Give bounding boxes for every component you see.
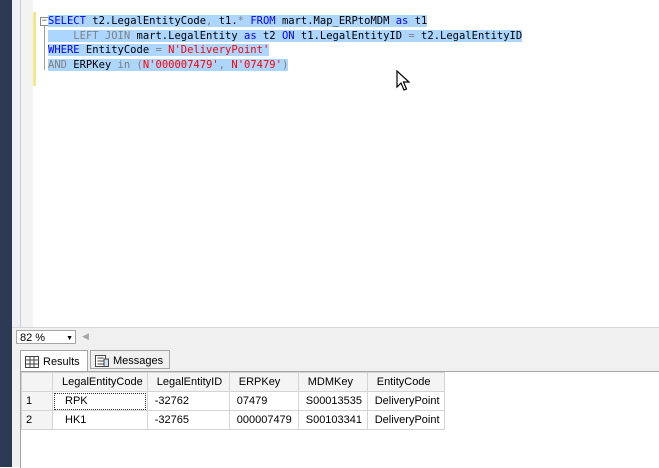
code-token: ERPKey (66, 58, 118, 71)
code-token: t2.LegalEntityID (414, 29, 523, 42)
outline-line (44, 26, 45, 70)
code-token: t1 (408, 15, 428, 27)
code-line[interactable]: AND ERPKey in (N'000007479', N'07479') (48, 58, 522, 73)
code-token: EntityCode (79, 44, 156, 56)
code-token: mart.LegalEntity (130, 29, 244, 42)
tab-messages[interactable]: Messages (90, 350, 170, 369)
table-row[interactable]: 1 RPK -32762 07479 S00013535 DeliveryPoi… (21, 391, 445, 411)
editor-status-bar: 82 % ▼ ◀ (12, 327, 659, 347)
table-cell[interactable]: -32765 (146, 410, 230, 430)
code-token: N'07479' (231, 58, 282, 71)
messages-icon (95, 354, 109, 367)
row-number[interactable]: 1 (21, 391, 53, 411)
row-number[interactable]: 2 (21, 410, 53, 430)
table-cell[interactable]: S00013535 (297, 391, 368, 411)
column-header[interactable]: LegalEntityCode (52, 372, 148, 392)
code-token: AND (48, 58, 67, 71)
code-token: t1. (212, 15, 238, 27)
chevron-down-icon: ▼ (66, 335, 73, 342)
change-tracking-bar (33, 12, 36, 86)
sql-code[interactable]: SELECT t2.LegalEntityCode, t1.* FROM mar… (48, 14, 523, 73)
code-token: t1.LegalEntityID (294, 29, 409, 42)
column-header[interactable]: LegalEntityID (146, 372, 230, 392)
code-token: N'DeliveryPoint' (168, 44, 270, 56)
code-token: FROM (250, 15, 276, 27)
table-cell[interactable]: 07479 (228, 391, 299, 411)
code-token: WHERE (48, 44, 80, 56)
selected-text: SELECT t2.LegalEntityCode, t1.* FROM mar… (48, 15, 428, 27)
table-cell[interactable]: DeliveryPoint (366, 410, 445, 430)
results-grid[interactable]: LegalEntityCode LegalEntityID ERPKey MDM… (20, 371, 659, 468)
zoom-value: 82 % (20, 332, 46, 344)
mouse-cursor-icon (396, 69, 411, 95)
code-token: LEFT JOIN (73, 29, 131, 42)
tab-results[interactable]: Results (20, 350, 88, 371)
results-pane: Results Messages LegalEntityCode LegalEn… (12, 346, 659, 468)
selected-text: LEFT JOIN mart.LegalEntity as t2 ON t1.L… (48, 29, 523, 42)
code-line[interactable]: LEFT JOIN mart.LegalEntity as t2 ON t1.L… (48, 29, 523, 44)
tab-messages-label: Messages (113, 354, 164, 367)
window-edge (0, 0, 12, 467)
table-cell[interactable]: RPK (52, 391, 148, 411)
code-token: N'000007479' (142, 58, 219, 71)
grid-icon (25, 356, 39, 368)
selected-text: AND ERPKey in (N'000007479', N'07479') (48, 58, 289, 71)
code-token: as (244, 29, 257, 42)
column-header[interactable]: MDMKey (297, 372, 368, 392)
selected-text: WHERE EntityCode = N'DeliveryPoint' (48, 44, 270, 56)
tab-results-label: Results (43, 356, 80, 368)
table-cell[interactable]: S00103341 (297, 410, 368, 430)
table-row[interactable]: 2 HK1 -32765 000007479 S00103341 Deliver… (21, 410, 445, 430)
results-table: LegalEntityCode LegalEntityID ERPKey MDM… (21, 372, 445, 430)
code-token: mart.Map_ERPtoMDM (275, 15, 396, 27)
indicator-margin (21, 0, 33, 327)
code-token: ON (281, 29, 295, 42)
code-line[interactable]: WHERE EntityCode = N'DeliveryPoint' (48, 43, 522, 58)
zoom-select[interactable]: 82 % ▼ (16, 330, 76, 344)
table-cell[interactable]: HK1 (52, 410, 148, 430)
code-token: as (395, 15, 409, 27)
code-token: ) (281, 58, 289, 71)
code-token: in (117, 58, 131, 71)
code-line[interactable]: SELECT t2.LegalEntityCode, t1.* FROM mar… (48, 14, 522, 29)
column-header[interactable]: EntityCode (366, 372, 445, 392)
column-header[interactable]: ERPKey (228, 372, 299, 392)
code-token: SELECT (48, 15, 86, 27)
table-cell[interactable]: 000007479 (228, 410, 299, 430)
code-token: t2.LegalEntityCode (85, 15, 207, 27)
grid-corner[interactable] (21, 372, 53, 392)
table-cell[interactable]: -32762 (146, 391, 230, 411)
scroll-left-icon[interactable]: ◀ (82, 331, 89, 342)
table-cell[interactable]: DeliveryPoint (366, 391, 445, 411)
code-token: t2 (256, 29, 282, 42)
